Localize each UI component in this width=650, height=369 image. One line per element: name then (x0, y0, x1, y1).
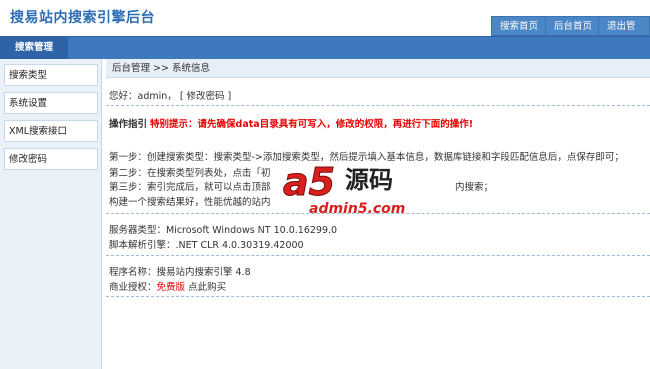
license-label: 商业授权： (109, 282, 157, 293)
license-value: 免费版 (156, 282, 186, 293)
watermark-url: admin5.com (309, 201, 405, 217)
guide-step-3: 第三步：索引完成后，就可以点击顶部 (109, 182, 271, 193)
watermark-graphic: a5 源码 admin5.com (283, 160, 406, 218)
breadcrumb: 后台管理 >> 系统信息 (106, 59, 650, 78)
guide-step-3-tail: 内搜索； (455, 182, 494, 193)
app-title: 搜易站内搜索引擎后台 (10, 10, 155, 26)
nav-bar: 搜索管理 (0, 36, 650, 59)
greeting-line: 您好：admin， [ 修改密码 ] (109, 88, 231, 102)
watermark-cn: 源码 (345, 166, 393, 194)
logout-button[interactable]: 退出管理 (598, 16, 650, 52)
divider (106, 255, 650, 256)
guide-step-4: 构建一个搜索结果好，性能优越的站内 (109, 197, 271, 208)
sidebar: 搜索类型 系统设置 XML搜索接口 修改密码 (0, 59, 102, 369)
watermark-a5: a5 (283, 160, 335, 204)
license-line: 商业授权：免费版 点此购买 (109, 279, 226, 293)
guide-step-2: 第二步：在搜索类型列表处，点击「初 (109, 168, 271, 179)
sidebar-item-search-types[interactable]: 搜索类型 (4, 64, 98, 86)
admin-home-button[interactable]: 后台首页 (545, 16, 602, 36)
sidebar-item-xml-interface[interactable]: XML搜索接口 (4, 120, 98, 142)
guide-warning: 特别提示：请先确保data目录具有可写入，修改的权限，再进行下面的操作! (150, 119, 474, 130)
greeting-text: 您好：admin， (109, 91, 177, 102)
buy-link[interactable]: 点此购买 (188, 282, 226, 293)
search-home-button[interactable]: 搜索首页 (491, 16, 548, 36)
guide-title: 操作指引 (109, 119, 148, 130)
guide-header: 操作指引 特别提示：请先确保data目录具有可写入，修改的权限，再进行下面的操作… (109, 116, 473, 130)
divider (106, 296, 650, 297)
tab-search-management[interactable]: 搜索管理 (0, 37, 68, 59)
change-password-link[interactable]: [ 修改密码 ] (180, 91, 231, 102)
watermark-logo: a5 源码 admin5.com (279, 155, 429, 225)
sidebar-item-change-password[interactable]: 修改密码 (4, 148, 98, 170)
divider (106, 105, 650, 106)
header: 搜易站内搜索引擎后台 搜索首页 后台首页 退出管理 (0, 0, 650, 52)
script-engine: 脚本解析引擎：.NET CLR 4.0.30319.42000 (109, 240, 304, 251)
program-name: 程序名称：搜易站内搜索引擎 4.8 (109, 267, 251, 278)
sidebar-item-system-settings[interactable]: 系统设置 (4, 92, 98, 114)
